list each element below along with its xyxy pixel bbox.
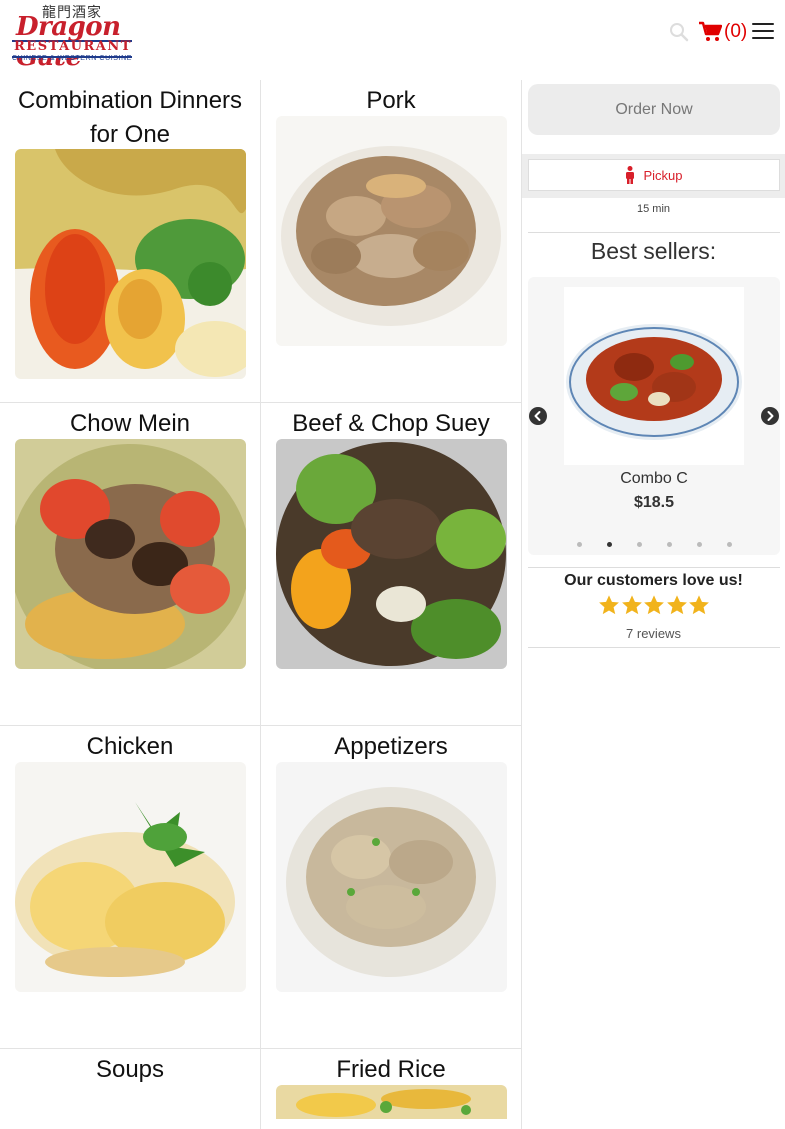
carousel-dot[interactable] <box>726 542 732 547</box>
divider <box>528 232 780 233</box>
category-image[interactable] <box>276 439 507 669</box>
category-card-chicken[interactable]: Chicken <box>0 726 261 1049</box>
carousel-prev-button[interactable] <box>529 407 547 425</box>
category-title: Chow Mein <box>69 410 191 437</box>
category-title: Soups <box>95 1056 165 1083</box>
category-title: Beef & Chop Suey <box>292 410 490 437</box>
star-rating <box>598 594 710 618</box>
order-sidebar: Order Now Pickup 15 min Best sellers: Co… <box>522 64 785 1118</box>
carousel-dots <box>528 539 780 549</box>
pickup-section: Pickup <box>522 154 785 198</box>
restaurant-logo[interactable]: 龍門酒家 Dragon Gate RESTAURANT CHINESE & WE… <box>12 2 133 72</box>
category-image[interactable] <box>15 149 246 379</box>
category-image[interactable] <box>15 762 246 992</box>
category-card-beef-chop-suey[interactable]: Beef & Chop Suey <box>261 403 522 726</box>
hamburger-menu-icon[interactable] <box>752 23 774 41</box>
logo-subtitle: CHINESE & WESTERN CUISINE <box>12 55 133 62</box>
category-card-chow-mein[interactable]: Chow Mein <box>0 403 261 726</box>
best-sellers-title: Best sellers: <box>590 238 717 264</box>
category-image[interactable] <box>276 1085 507 1119</box>
cart-button[interactable]: (0) <box>698 20 747 44</box>
best-seller-price: $18.5 <box>633 494 675 511</box>
site-header: 龍門酒家 Dragon Gate RESTAURANT CHINESE & WE… <box>0 0 785 72</box>
chevron-left-icon <box>534 411 541 421</box>
category-title: Appetizers <box>334 733 448 760</box>
best-seller-name[interactable]: Combo C <box>528 470 780 488</box>
cart-icon <box>699 21 722 41</box>
category-card-pork[interactable]: Pork <box>261 80 522 403</box>
person-icon <box>626 166 635 184</box>
category-card-fried-rice[interactable]: Fried Rice <box>261 1049 522 1129</box>
category-card-appetizers[interactable]: Appetizers <box>261 726 522 1049</box>
star-icon <box>621 595 642 615</box>
category-title: Chicken <box>86 733 174 760</box>
carousel-dot[interactable] <box>636 542 642 547</box>
carousel-next-button[interactable] <box>761 407 779 425</box>
star-icon <box>666 595 687 615</box>
category-title: Fried Rice <box>336 1056 446 1083</box>
category-title: Combination Dinners for One <box>17 87 243 148</box>
carousel-dot[interactable] <box>666 542 672 547</box>
reviews-title: Our customers love us! <box>564 572 743 589</box>
divider <box>528 647 780 648</box>
chevron-right-icon <box>767 411 774 421</box>
search-icon[interactable] <box>669 22 689 42</box>
category-card-soups[interactable]: Soups <box>0 1049 261 1129</box>
best-sellers-carousel: Combo C $18.5 <box>528 277 780 555</box>
star-icon <box>644 595 664 615</box>
carousel-dot[interactable] <box>606 542 612 547</box>
category-image[interactable] <box>15 439 246 669</box>
star-icon <box>599 595 619 615</box>
wait-time: 15 min <box>636 203 671 215</box>
pickup-label: Pickup <box>643 167 683 183</box>
reviews-link[interactable]: 7 reviews <box>522 626 785 641</box>
category-card-combination-dinners[interactable]: Combination Dinners for One <box>0 80 261 403</box>
divider <box>528 567 780 568</box>
star-icon <box>689 595 709 615</box>
category-title: Pork <box>366 87 416 114</box>
pickup-button[interactable]: Pickup <box>528 159 780 191</box>
logo-restaurant-text: RESTAURANT <box>14 39 132 54</box>
order-now-button[interactable]: Order Now <box>528 84 780 135</box>
best-seller-image[interactable] <box>564 287 744 465</box>
carousel-dot[interactable] <box>696 542 702 547</box>
category-image[interactable] <box>276 116 507 346</box>
category-image[interactable] <box>276 762 507 992</box>
carousel-dot[interactable] <box>576 542 582 547</box>
cart-count: (0) <box>724 21 748 42</box>
